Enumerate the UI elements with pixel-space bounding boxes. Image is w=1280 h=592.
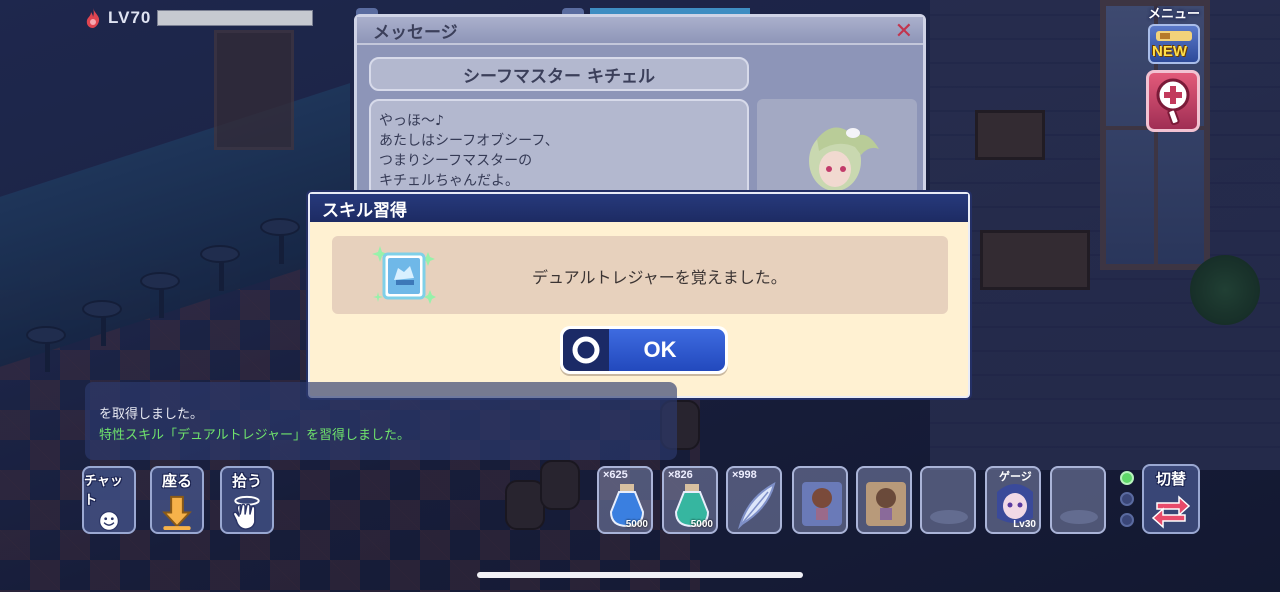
message-window: メッセージ ✕ シーフマスター キチェル やっほ～♪ あたしはシーフオブシーフ、… bbox=[354, 14, 926, 214]
item-slot-empty[interactable] bbox=[920, 466, 976, 534]
menu-button[interactable]: メニュー NEW bbox=[1145, 3, 1203, 67]
zoom-in-button[interactable] bbox=[1146, 70, 1200, 132]
hand-icon bbox=[232, 495, 260, 530]
page-dot[interactable] bbox=[1120, 513, 1134, 527]
chat-label: チャット bbox=[84, 474, 123, 508]
message-line: キチェルちゃんだよ。 bbox=[379, 173, 519, 189]
speaker-name-box: シーフマスター キチェル bbox=[369, 57, 749, 91]
message-window-header: メッセージ bbox=[357, 17, 923, 45]
ok-button-label: OK bbox=[643, 337, 677, 362]
pickup-label: 拾う bbox=[231, 472, 262, 490]
switch-button[interactable]: 切替 bbox=[1142, 464, 1200, 534]
sit-label: 座る bbox=[161, 472, 192, 490]
empty-slot-marker bbox=[930, 510, 968, 524]
swap-arrows-icon bbox=[1151, 495, 1191, 529]
player-level-hud: LV70 bbox=[84, 5, 314, 31]
chat-log: を取得しました。 特性スキル「デュアルトレジャー」を習得しました。 bbox=[85, 382, 677, 460]
item-slot-potion-green[interactable]: ×826 5000 bbox=[662, 466, 718, 534]
circle-button-icon bbox=[563, 329, 609, 371]
down-arrow-icon bbox=[162, 495, 192, 531]
chat-button[interactable]: チャット bbox=[82, 466, 136, 534]
item-slot-potion-blue[interactable]: ×625 5000 bbox=[597, 466, 653, 534]
skill-acquired-dialog: スキル習得 デュアルトレジャーを覚えました。 OK bbox=[308, 192, 970, 398]
item-slot-character[interactable] bbox=[792, 466, 848, 534]
flame-icon bbox=[84, 7, 102, 29]
message-line: やっほ～♪ bbox=[379, 113, 444, 129]
menu-icon: NEW bbox=[1148, 24, 1200, 64]
item-sub: 5000 bbox=[690, 519, 713, 530]
ok-button[interactable]: OK bbox=[560, 326, 728, 374]
pet-level: Lv30 bbox=[1013, 519, 1036, 530]
item-count: ×625 bbox=[603, 469, 628, 481]
message-window-title: メッセージ bbox=[373, 22, 458, 43]
character-figure-icon bbox=[802, 482, 842, 526]
ok-button-face: OK bbox=[563, 329, 725, 371]
message-line: あたしはシーフオブシーフ、 bbox=[379, 133, 559, 149]
page-dot-active[interactable] bbox=[1120, 471, 1134, 485]
message-line: つまりシーフマスターの bbox=[379, 153, 533, 169]
home-indicator[interactable] bbox=[477, 572, 803, 578]
menu-label: メニュー bbox=[1147, 7, 1200, 22]
close-icon[interactable]: ✕ bbox=[895, 19, 913, 44]
skill-row: デュアルトレジャーを覚えました。 bbox=[332, 236, 948, 314]
smiley-face-icon bbox=[99, 511, 119, 531]
page-dot[interactable] bbox=[1120, 492, 1134, 506]
exp-bar bbox=[157, 10, 314, 26]
item-slot-empty[interactable] bbox=[1050, 466, 1106, 534]
speaker-name: シーフマスター キチェル bbox=[463, 66, 655, 87]
item-sub: 5000 bbox=[625, 519, 648, 530]
skill-dialog-header: スキル習得 bbox=[310, 194, 968, 222]
level-label: LV70 bbox=[108, 8, 152, 27]
item-slot-feather[interactable]: ×998 bbox=[726, 466, 782, 534]
character-figure-icon bbox=[866, 482, 906, 526]
log-line-skill: 特性スキル「デュアルトレジャー」を習得しました。 bbox=[99, 428, 410, 443]
skill-scroll-icon bbox=[372, 242, 436, 308]
magnifier-plus-icon bbox=[1156, 78, 1190, 126]
item-count: ×998 bbox=[732, 469, 757, 481]
empty-slot-marker bbox=[1060, 510, 1098, 524]
new-badge: NEW bbox=[1152, 43, 1187, 60]
sit-button[interactable]: 座る bbox=[150, 466, 204, 534]
log-line: を取得しました。 bbox=[99, 407, 204, 422]
item-slot-pet[interactable]: ゲージ Lv30 bbox=[985, 466, 1041, 534]
item-slot-character-2[interactable] bbox=[856, 466, 912, 534]
item-count: ×826 bbox=[668, 469, 693, 481]
skill-acquired-message: デュアルトレジャーを覚えました。 bbox=[532, 268, 787, 287]
gauge-label: ゲージ bbox=[999, 470, 1032, 483]
switch-label: 切替 bbox=[1155, 470, 1186, 488]
pickup-button[interactable]: 拾う bbox=[220, 466, 274, 534]
skill-dialog-title: スキル習得 bbox=[322, 200, 407, 221]
